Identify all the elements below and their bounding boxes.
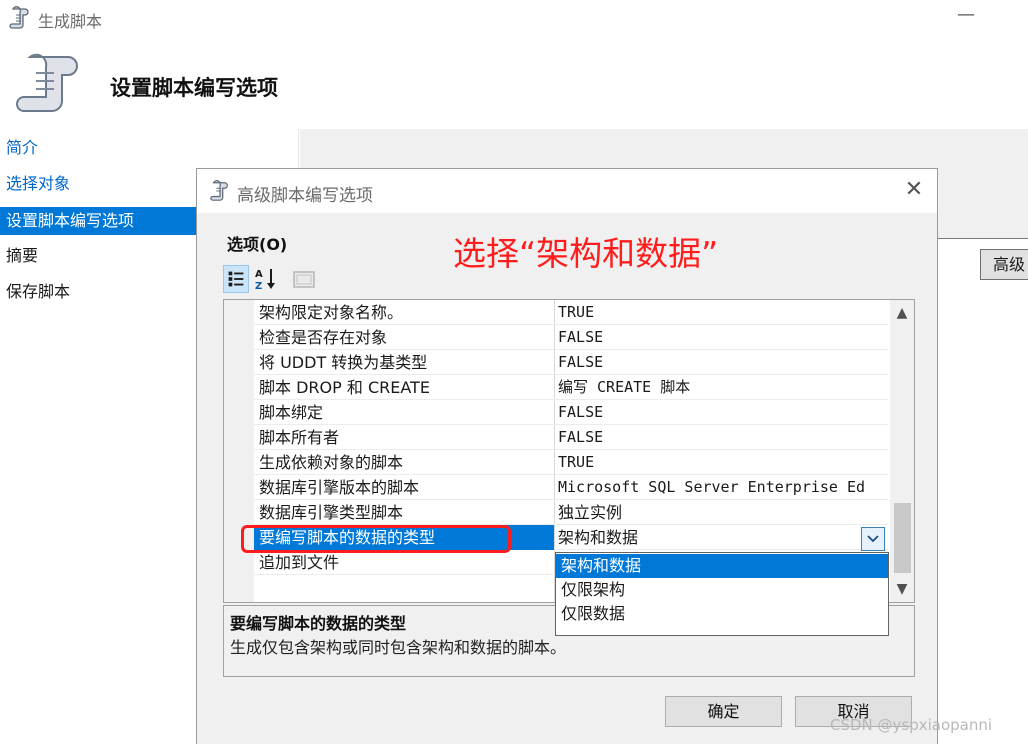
dropdown-option-schema-only[interactable]: 仅限架构 xyxy=(556,578,888,602)
grid-gutter xyxy=(224,300,254,602)
minimize-button[interactable]: — xyxy=(956,4,976,28)
dropdown-arrow-button[interactable] xyxy=(861,527,885,551)
grid-row[interactable]: 生成依赖对象的脚本 TRUE xyxy=(254,450,888,475)
advanced-options-dialog: 高级脚本编写选项 ✕ 选项(O) 选择“架构和数据” A Z 架构限定对象名称。… xyxy=(196,168,938,744)
property-value-combobox[interactable]: 架构和数据 xyxy=(558,525,888,550)
property-name: 数据库引擎类型脚本 xyxy=(259,503,404,522)
scrollbar-thumb[interactable] xyxy=(894,503,911,573)
svg-text:A: A xyxy=(255,269,263,280)
property-value: FALSE xyxy=(558,403,604,421)
nav-item-select-objects[interactable]: 选择对象 xyxy=(0,170,196,198)
chevron-down-icon[interactable]: ▼ xyxy=(890,578,914,600)
description-body: 生成仅包含架构或同时包含架构和数据的脚本。 xyxy=(230,638,567,657)
property-name: 脚本 DROP 和 CREATE xyxy=(259,378,430,397)
property-value: 编写 CREATE 脚本 xyxy=(558,378,691,396)
annotation-text: 选择“架构和数据” xyxy=(453,234,719,273)
property-value: FALSE xyxy=(558,353,604,371)
grid-row[interactable]: 检查是否存在对象 FALSE xyxy=(254,325,888,350)
annotation-highlight-box xyxy=(241,525,511,553)
property-value: TRUE xyxy=(558,453,595,471)
sort-alphabetical-icon[interactable]: A Z xyxy=(253,265,279,293)
property-name: 脚本所有者 xyxy=(259,428,340,447)
grid-row[interactable]: 数据库引擎版本的脚本 Microsoft SQL Server Enterpri… xyxy=(254,475,888,500)
dialog-titlebar: 高级脚本编写选项 ✕ xyxy=(197,169,937,213)
property-name: 数据库引擎版本的脚本 xyxy=(259,478,420,497)
nav-item-save-scripts: 保存脚本 xyxy=(6,282,71,301)
property-pages-icon[interactable] xyxy=(291,265,317,293)
options-label: 选项(O) xyxy=(227,235,288,254)
advanced-button[interactable]: 高级 xyxy=(980,249,1028,280)
property-value: FALSE xyxy=(558,428,604,446)
property-name: 将 UDDT 转换为基类型 xyxy=(259,353,428,372)
page-title: 设置脚本编写选项 xyxy=(110,76,278,100)
ok-button[interactable]: 确定 xyxy=(665,696,782,727)
property-grid-toolbar: A Z xyxy=(223,265,323,293)
svg-text:Z: Z xyxy=(255,281,262,292)
close-icon[interactable]: ✕ xyxy=(901,177,927,203)
chevron-up-icon[interactable]: ▲ xyxy=(890,302,914,324)
categorized-icon[interactable] xyxy=(223,265,249,293)
dropdown-list: 架构和数据 仅限架构 仅限数据 xyxy=(555,552,889,636)
dropdown-option-data-only[interactable]: 仅限数据 xyxy=(556,602,888,626)
nav-item-scripting-options[interactable]: 设置脚本编写选项 xyxy=(0,207,196,235)
dropdown-option-schema-and-data[interactable]: 架构和数据 xyxy=(556,554,888,578)
wizard-header: 设置脚本编写选项 xyxy=(0,36,1028,129)
property-value: Microsoft SQL Server Enterprise Ed xyxy=(558,478,866,496)
property-name: 架构限定对象名称。 xyxy=(259,303,404,322)
watermark: CSDN @yspxiaopanni xyxy=(830,716,993,734)
grid-row[interactable]: 脚本所有者 FALSE xyxy=(254,425,888,450)
property-name: 生成依赖对象的脚本 xyxy=(259,453,404,472)
script-scroll-icon xyxy=(16,53,78,112)
window-titlebar: 生成脚本 — xyxy=(0,0,1028,36)
chevron-down-icon xyxy=(867,535,879,543)
script-scroll-icon xyxy=(210,180,228,201)
grid-row[interactable]: 数据库引擎类型脚本 独立实例 xyxy=(254,500,888,525)
window-title: 生成脚本 xyxy=(38,12,103,31)
property-value: 独立实例 xyxy=(558,503,623,522)
nav-item-intro[interactable]: 简介 xyxy=(0,134,196,162)
property-name: 脚本绑定 xyxy=(259,403,324,422)
property-name: 检查是否存在对象 xyxy=(259,328,388,347)
property-value: TRUE xyxy=(558,303,595,321)
grid-row[interactable]: 脚本 DROP 和 CREATE 编写 CREATE 脚本 xyxy=(254,375,888,400)
property-name: 追加到文件 xyxy=(259,553,340,572)
dialog-title: 高级脚本编写选项 xyxy=(237,186,373,206)
property-value: FALSE xyxy=(558,328,604,346)
description-title: 要编写脚本的数据的类型 xyxy=(230,614,407,633)
nav-item-summary: 摘要 xyxy=(6,246,39,265)
grid-scrollbar[interactable]: ▲ ▼ xyxy=(890,300,914,602)
grid-row[interactable]: 脚本绑定 FALSE xyxy=(254,400,888,425)
grid-row[interactable]: 将 UDDT 转换为基类型 FALSE xyxy=(254,350,888,375)
script-scroll-icon xyxy=(9,6,29,29)
grid-row[interactable]: 架构限定对象名称。 TRUE xyxy=(254,300,888,325)
